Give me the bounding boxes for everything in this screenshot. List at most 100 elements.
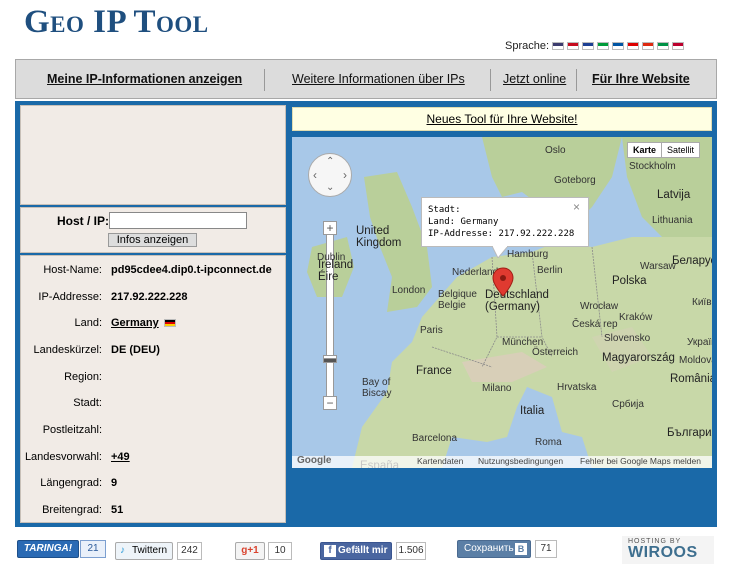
zoom-in-button[interactable]: + <box>323 221 337 235</box>
map-label-hrvatska: Hrvatska <box>557 382 597 393</box>
info-value[interactable]: +49 <box>111 451 130 463</box>
taringa-share-button[interactable]: TARINGA! <box>17 540 79 558</box>
twitter-label: Twittern <box>132 545 168 556</box>
map-label-latvija: Latvija <box>657 189 691 201</box>
map-label-goteborg: Goteborg <box>554 175 596 186</box>
map-label-polska: Polska <box>612 275 647 287</box>
host-ip-input[interactable] <box>109 212 247 229</box>
map-label-belarus: Беларус <box>672 255 712 267</box>
map-label-wroclaw: Wrocław <box>580 301 619 312</box>
info-value: DE (DEU) <box>111 344 160 356</box>
map-label-cesko: Česká rep <box>572 319 618 330</box>
gplus-button[interactable]: g+1 <box>235 542 265 560</box>
info-key: Längengrad: <box>40 477 102 489</box>
info-key: Stadt: <box>73 397 102 409</box>
map-type-map-button[interactable]: Karte <box>627 142 663 158</box>
map-type-satellite-button[interactable]: Satellit <box>661 142 701 158</box>
flag-spain-icon[interactable] <box>567 42 580 50</box>
pan-down-icon[interactable]: ⌄ <box>326 182 334 193</box>
popup-ip: IP-Addresse: 217.92.222.228 <box>428 229 575 239</box>
pan-up-icon[interactable]: ⌃ <box>326 156 334 167</box>
twitter-bird-icon: ♪ <box>120 545 125 556</box>
map-marker-icon[interactable] <box>492 267 514 297</box>
map-label-lithuania: Lithuania <box>652 215 693 226</box>
map-label-bay: Bay of Biscay <box>362 377 392 399</box>
nav-for-your-website[interactable]: Für Ihre Website <box>592 72 690 86</box>
facebook-like-button[interactable]: f Gefällt mir <box>320 542 392 560</box>
map-label-ukraine: Україн <box>687 337 712 348</box>
map-data-link[interactable]: Kartendaten <box>417 456 463 466</box>
info-key: Landesvorwahl: <box>24 451 102 463</box>
ad-box <box>20 105 286 205</box>
site-logo[interactable]: Geo IP Tool <box>24 4 209 41</box>
info-value[interactable]: Germany <box>111 317 159 329</box>
flag-france-icon[interactable] <box>612 42 625 50</box>
flag-germany-icon[interactable] <box>627 42 640 50</box>
map-label-hamburg: Hamburg <box>507 249 549 260</box>
info-value: pd95cdee4.dip0.t-ipconnect.de <box>111 264 272 276</box>
pan-left-icon[interactable]: ‹ <box>313 168 317 182</box>
map-label-stockholm: Stockholm <box>629 161 676 172</box>
map-label-italia: Italia <box>520 405 545 417</box>
nav-my-ip-info[interactable]: Meine IP-Informationen anzeigen <box>47 72 242 86</box>
map-label-moldova: Moldova <box>679 355 712 366</box>
twitter-share-button[interactable]: ♪ Twittern <box>115 542 173 560</box>
twitter-count: 242 <box>177 542 202 560</box>
flag-china-icon[interactable] <box>642 42 655 50</box>
map-label-balgaria: България <box>667 427 712 439</box>
popup-country: Land: Germany <box>428 217 499 227</box>
map-report-error-link[interactable]: Fehler bei Google Maps melden <box>580 456 701 466</box>
nav-online-now[interactable]: Jetzt online <box>503 72 566 86</box>
info-key: Landeskürzel: <box>33 344 103 356</box>
zoom-out-button[interactable]: − <box>323 396 337 410</box>
map-label-romania: România <box>670 373 712 385</box>
info-key: Region: <box>64 371 102 383</box>
map-pan-control[interactable]: ⌃ ⌄ ‹ › <box>308 153 352 197</box>
map-label-berlin: Berlin <box>537 265 563 276</box>
map-terms-link[interactable]: Nutzungsbedingungen <box>478 456 563 466</box>
show-info-button[interactable]: Infos anzeigen <box>108 233 197 247</box>
flag-usa-icon[interactable] <box>552 42 565 50</box>
map-label-magyarorszag: Magyarország <box>602 352 675 364</box>
map-label-krakow: Kraków <box>619 312 653 323</box>
nav-separator <box>264 69 265 91</box>
flag-russia-icon[interactable] <box>582 42 595 50</box>
popup-pointer <box>492 246 508 258</box>
map-label-belgique: Belgique Belgie <box>438 289 477 311</box>
info-value: 217.92.222.228 <box>111 291 188 303</box>
hosting-badge[interactable]: HOSTING BY WIROOS <box>622 536 714 564</box>
flag-brazil-icon[interactable] <box>597 42 610 50</box>
flag-italy-icon[interactable] <box>657 42 670 50</box>
map-footer: Google Kartendaten Nutzungsbedingungen F… <box>292 455 712 468</box>
map-label-slovensko: Slovensko <box>604 333 651 344</box>
vk-label: Сохранить <box>464 543 514 554</box>
map-view[interactable]: ⌃ ⌄ ‹ › + ▬ − Karte Satellit Oslo Stockho… <box>292 137 712 468</box>
vk-icon: B <box>515 543 527 555</box>
map-label-dublin: Dublin <box>317 252 346 263</box>
flag-japan-icon[interactable] <box>672 42 685 50</box>
map-label-srbija: Србија <box>612 399 644 410</box>
nav-separator <box>576 69 577 91</box>
vk-save-button[interactable]: Сохранить B <box>457 540 531 558</box>
map-label-warsaw: Warsaw <box>640 261 676 272</box>
new-tool-banner: Neues Tool für Ihre Website! <box>292 107 712 131</box>
google-logo: Google <box>297 455 332 466</box>
info-key: Postleitzahl: <box>42 424 102 436</box>
map-label-barcelona: Barcelona <box>412 433 458 444</box>
nav-separator <box>490 69 491 91</box>
map-label-france: France <box>416 365 452 377</box>
info-key: IP-Addresse: <box>38 291 102 303</box>
info-key: Land: <box>74 317 102 329</box>
info-value: 51 <box>111 504 124 516</box>
facebook-label: Gefällt mir <box>338 545 388 556</box>
map-label-united-kingdom: United Kingdom <box>356 225 402 249</box>
zoom-slider-handle[interactable]: ▬ <box>323 352 337 364</box>
info-key: Breitengrad: <box>42 504 102 516</box>
popup-close-icon[interactable]: × <box>573 201 580 213</box>
zoom-slider-track[interactable] <box>326 222 334 404</box>
nav-more-ip-info[interactable]: Weitere Informationen über IPs <box>292 72 465 86</box>
map-info-popup: Stadt: Land: Germany IP-Addresse: 217.92… <box>421 197 589 247</box>
new-tool-link[interactable]: Neues Tool für Ihre Website! <box>427 112 578 126</box>
facebook-icon: f <box>324 545 336 557</box>
pan-right-icon[interactable]: › <box>343 168 347 182</box>
